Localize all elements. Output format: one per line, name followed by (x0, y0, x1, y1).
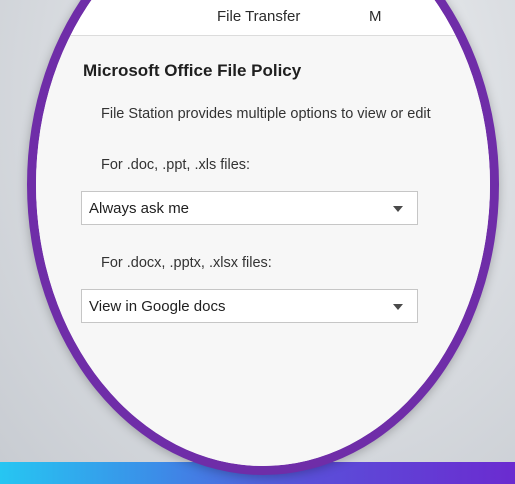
legacy-formats-value: Always ask me (89, 200, 190, 217)
modern-formats-value: View in Google docs (89, 298, 226, 315)
tab-file-transfer[interactable]: File Transfer (217, 8, 300, 25)
tab-bar: File Transfer M (36, 0, 490, 36)
legacy-formats-label: For .doc, .ppt, .xls files: (101, 157, 251, 173)
policy-description: File Station provides multiple options t… (101, 106, 431, 122)
section-title: Microsoft Office File Policy (83, 61, 302, 80)
legacy-formats-select[interactable]: Always ask me (81, 191, 418, 225)
modern-formats-select[interactable]: View in Google docs (81, 289, 418, 323)
slide-background: File Transfer M Microsoft Office File Po… (0, 0, 515, 484)
modern-formats-label: For .docx, .pptx, .xlsx files: (101, 255, 272, 271)
chevron-down-icon (393, 206, 403, 212)
tab-next[interactable]: M (369, 8, 382, 25)
magnifier-circle: File Transfer M Microsoft Office File Po… (27, 0, 499, 475)
chevron-down-icon (393, 304, 403, 310)
settings-panel: File Transfer M Microsoft Office File Po… (36, 0, 490, 466)
